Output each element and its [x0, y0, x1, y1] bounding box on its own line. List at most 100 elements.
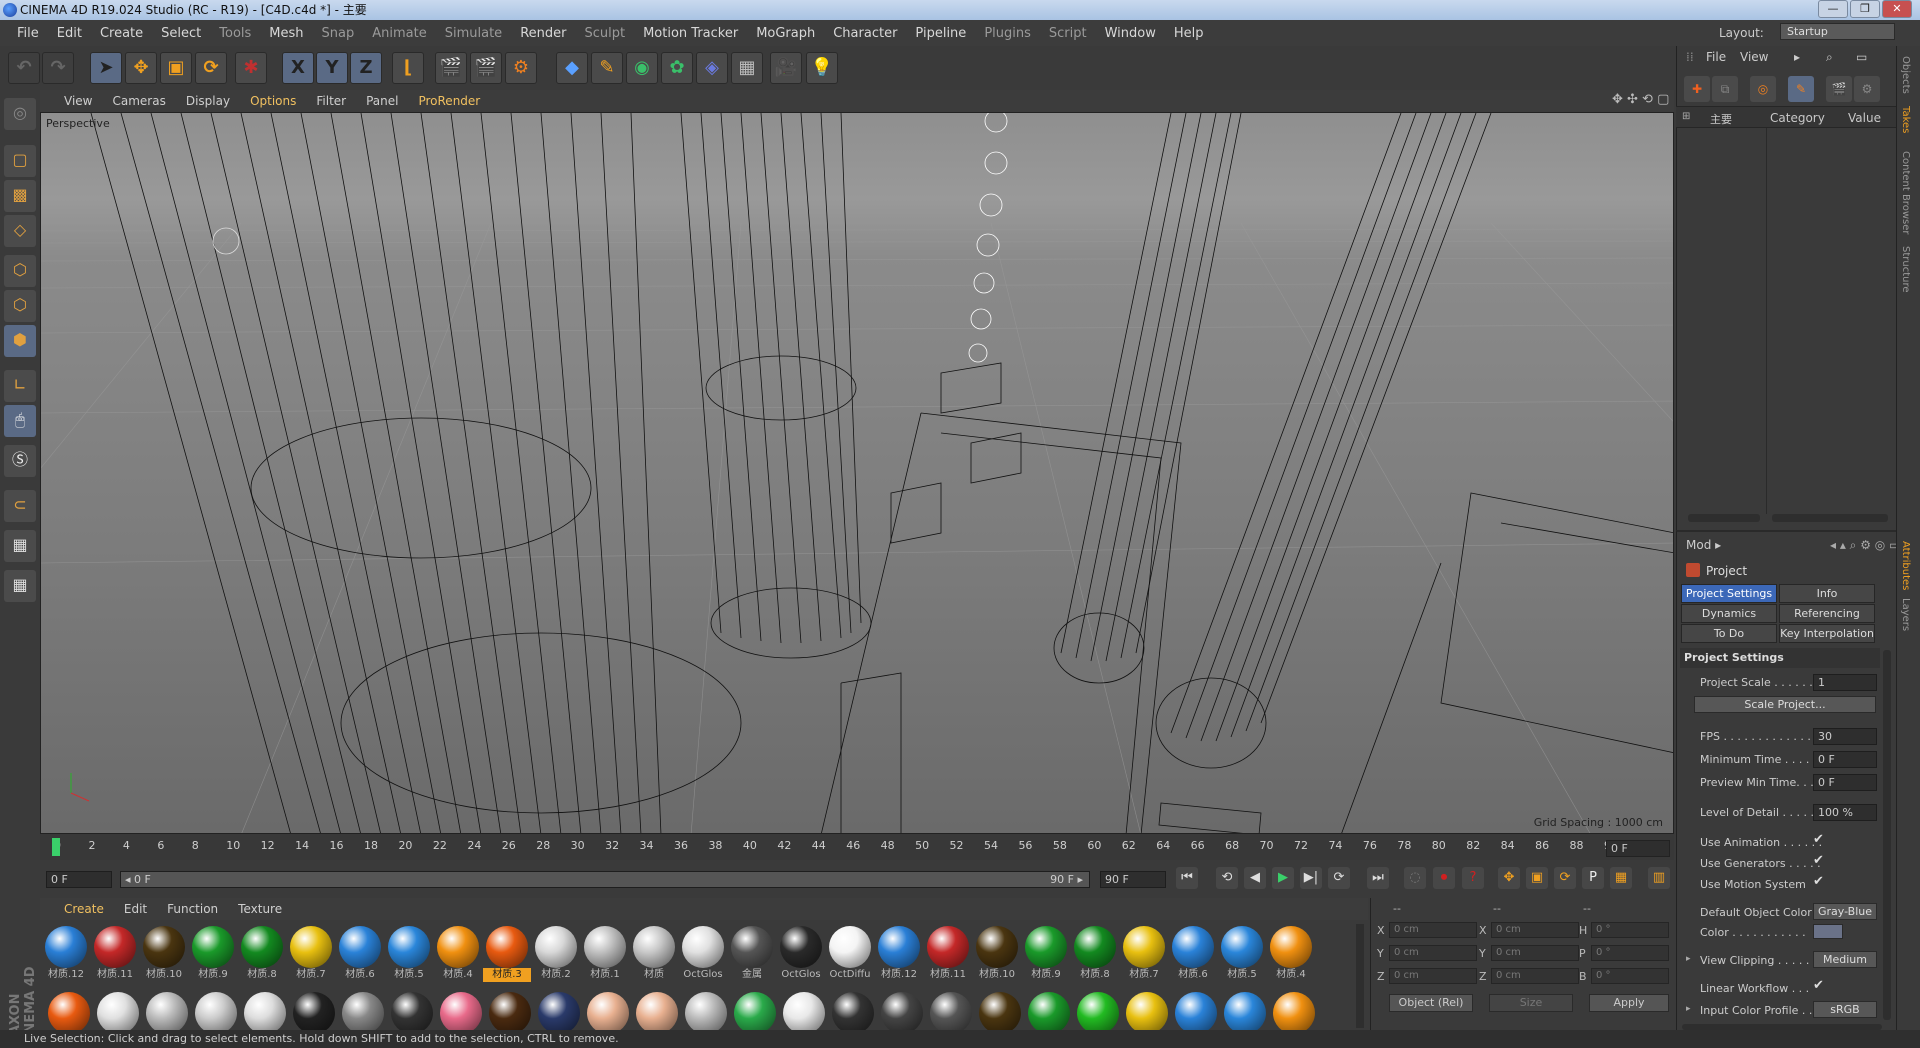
layout-select[interactable]: Startup [1780, 23, 1895, 40]
timeline-ruler[interactable]: 0246810121416182022242628303234363840424… [50, 836, 1618, 858]
view-clipping-expand-icon[interactable]: ▸ [1686, 954, 1691, 964]
tab-key-interpolation[interactable]: Key Interpolation [1779, 624, 1875, 643]
mat-menu-edit[interactable]: Edit [124, 902, 147, 916]
use-animation-checkbox[interactable]: ✔ [1813, 832, 1824, 847]
camera-icon[interactable]: 🎥 [770, 52, 802, 84]
goto-prev-key-icon[interactable]: ⟲ [1216, 867, 1238, 889]
workplane-mode-icon[interactable]: ◇ [4, 215, 36, 247]
menu-plugins[interactable]: Plugins [975, 26, 1040, 41]
coord-z-field[interactable]: 0 cm [1389, 968, 1477, 984]
material-swatch[interactable]: 材质.10 [140, 926, 188, 982]
material-swatch[interactable]: 材质.7 [287, 926, 335, 982]
material-swatch[interactable]: 材质.2 [532, 926, 580, 982]
menu-render[interactable]: Render [511, 26, 575, 41]
vp-menu-prorender[interactable]: ProRender [418, 94, 480, 108]
menu-window[interactable]: Window [1096, 26, 1165, 41]
main-take-item[interactable]: 主要 [1710, 111, 1732, 127]
material-swatch[interactable]: OctGlos [777, 926, 825, 982]
obj-hscroll-left[interactable] [1688, 514, 1760, 522]
tab-objects[interactable]: Objects [1900, 56, 1911, 94]
input-color-expand-icon[interactable]: ▸ [1686, 1004, 1691, 1014]
menu-select[interactable]: Select [152, 26, 210, 41]
expand-icon[interactable]: ⊞ [1682, 111, 1690, 122]
scale-icon[interactable]: ▣ [160, 52, 192, 84]
material-swatch[interactable] [881, 992, 923, 1032]
material-swatch[interactable] [1273, 992, 1315, 1032]
attr-vscroll[interactable] [1883, 650, 1891, 1020]
material-swatch[interactable]: 材质.8 [238, 926, 286, 982]
undo-icon[interactable]: ↶ [8, 52, 40, 84]
color-swatch[interactable] [1813, 924, 1843, 939]
vp-menu-options[interactable]: Options [250, 94, 296, 108]
material-swatch[interactable] [979, 992, 1021, 1032]
panel-layout-icon[interactable]: ▭ [1856, 50, 1867, 64]
menu-snap[interactable]: Snap [313, 26, 364, 41]
material-swatch[interactable]: 材质 [630, 926, 678, 982]
live-selection-icon[interactable]: ➤ [90, 52, 122, 84]
material-swatch[interactable] [440, 992, 482, 1032]
material-swatch[interactable]: 材质.11 [924, 926, 972, 982]
planar-workplane-icon[interactable]: ▦ [4, 570, 36, 602]
material-swatch[interactable]: 材质.12 [42, 926, 90, 982]
attr-mode-menu[interactable]: Mod ▸ [1686, 538, 1721, 552]
material-swatch[interactable] [342, 992, 384, 1032]
tab-layers[interactable]: Layers [1900, 598, 1911, 631]
menu-character[interactable]: Character [824, 26, 906, 41]
goto-end-icon[interactable]: ⏭ [1367, 867, 1389, 889]
menu-animate[interactable]: Animate [363, 26, 435, 41]
key-scale-icon[interactable]: ▣ [1526, 867, 1548, 889]
points-mode-icon[interactable]: ⬡ [4, 255, 36, 287]
material-swatch[interactable] [244, 992, 286, 1032]
material-swatch[interactable]: 材质.8 [1071, 926, 1119, 982]
mat-menu-create[interactable]: Create [64, 902, 104, 916]
mat-menu-texture[interactable]: Texture [238, 902, 282, 916]
recent-tools-icon[interactable]: ✱ [235, 52, 267, 84]
viewport-3d[interactable]: Perspective Grid Spacing : 1000 cm [40, 112, 1674, 834]
material-swatch[interactable]: 材质.11 [91, 926, 139, 982]
preview-min-field[interactable]: 0 F [1813, 774, 1877, 791]
timeline-window-icon[interactable]: ▥ [1648, 867, 1670, 889]
menu-script[interactable]: Script [1040, 26, 1096, 41]
cloner-icon[interactable]: ✿ [661, 52, 693, 84]
min-time-field[interactable]: 0 F [1813, 751, 1877, 768]
material-swatch[interactable]: OctGlos [679, 926, 727, 982]
material-swatch[interactable] [391, 992, 433, 1032]
size-mode-dropdown[interactable]: Size [1489, 994, 1573, 1012]
tab-info[interactable]: Info [1779, 584, 1875, 603]
close-button[interactable]: ✕ [1882, 0, 1912, 18]
end-frame-field[interactable]: 90 F [1100, 871, 1166, 888]
menu-tools[interactable]: Tools [210, 26, 260, 41]
record-disabled-icon[interactable]: ◌ [1404, 867, 1426, 889]
material-swatch[interactable]: 材质.3 [483, 926, 531, 982]
size-x-field[interactable]: 0 cm [1491, 922, 1579, 938]
attr-hscroll[interactable] [1682, 1024, 1882, 1030]
rot-p-field[interactable]: 0 ° [1591, 945, 1669, 961]
render-view-icon[interactable]: 🎬 [435, 52, 467, 84]
material-swatch[interactable]: 材质.4 [434, 926, 482, 982]
linear-workflow-checkbox[interactable]: ✔ [1813, 978, 1824, 993]
material-swatch[interactable]: 材质.10 [973, 926, 1021, 982]
pen-icon[interactable]: ✎ [591, 52, 623, 84]
material-swatch[interactable] [783, 992, 825, 1032]
coord-mode-dropdown[interactable]: Object (Rel) [1389, 994, 1473, 1012]
menu-mesh[interactable]: Mesh [260, 26, 312, 41]
material-swatch[interactable] [636, 992, 678, 1032]
material-swatch[interactable]: 材质.4 [1267, 926, 1315, 982]
input-color-dropdown[interactable]: sRGB [1813, 1001, 1877, 1018]
subdivision-icon[interactable]: ◉ [626, 52, 658, 84]
model-mode-icon[interactable]: ▢ [4, 145, 36, 177]
prev-frame-icon[interactable]: ◀ [1244, 867, 1266, 889]
tab-attributes[interactable]: Attributes [1900, 541, 1911, 590]
view-clipping-dropdown[interactable]: Medium [1813, 951, 1877, 968]
material-swatch[interactable] [1028, 992, 1070, 1032]
material-swatch[interactable] [48, 992, 90, 1032]
menu-file[interactable]: File [8, 26, 48, 41]
take-add-icon[interactable]: ✚ [1684, 76, 1710, 102]
axis-mode-icon[interactable]: ∟ [4, 370, 36, 402]
solo-mode-icon[interactable]: Ⓢ [4, 445, 36, 477]
search-icon[interactable]: ⌕ [1826, 50, 1833, 65]
material-swatch[interactable] [538, 992, 580, 1032]
rot-h-field[interactable]: 0 ° [1591, 922, 1669, 938]
minimize-button[interactable]: — [1818, 0, 1848, 18]
floor-icon[interactable]: ▦ [731, 52, 763, 84]
